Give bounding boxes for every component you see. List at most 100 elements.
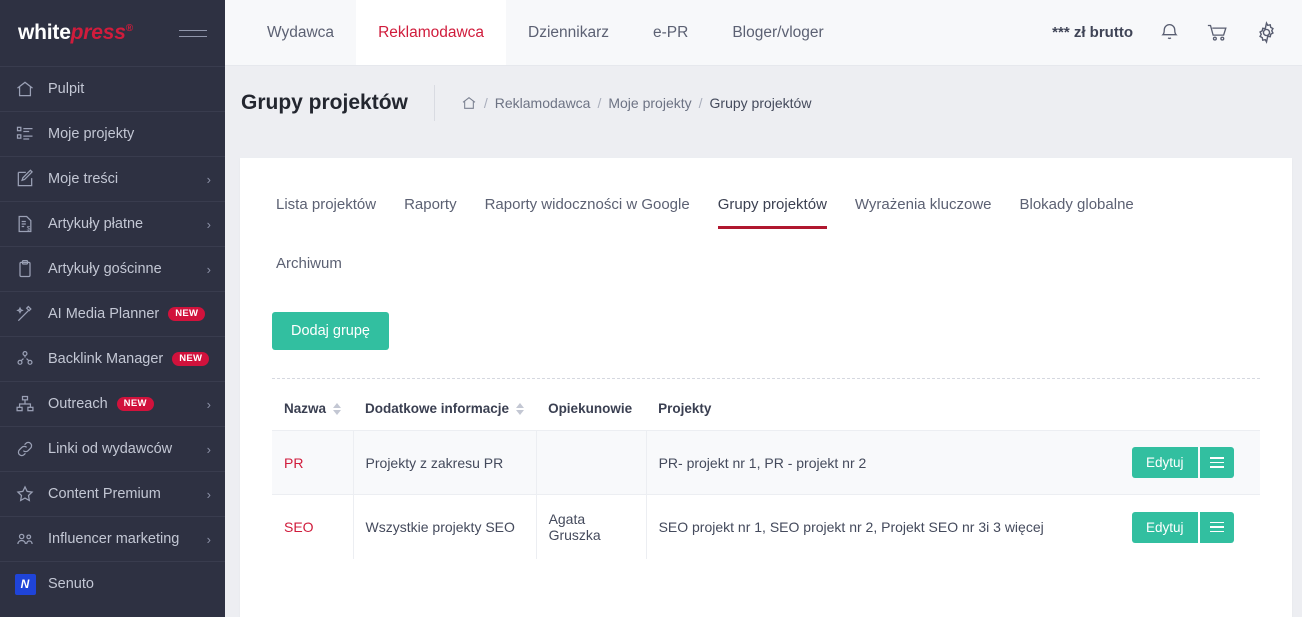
table-header-row: Nazwa Dodatkowe informacje Opiekunowie Proj… [272,379,1260,431]
sidebar-item-content-premium[interactable]: Content Premium › [0,471,225,516]
tab-raporty[interactable]: Raporty [390,186,471,241]
registered-mark: ® [125,23,133,34]
new-badge: NEW [116,396,154,412]
breadcrumb-items: / Reklamodawca / Moje projekty / Grupy projek… [484,95,812,111]
new-badge: NEW [172,351,210,367]
breadcrumb: / Reklamodawca / Moje projekty / Grupy projek… [435,95,812,111]
home-icon [14,78,36,100]
group-name-link[interactable]: SEO [284,519,314,535]
page-header: Grupy projektów / Reklamodawca / Moje proje… [225,66,1302,140]
new-badge: NEW [168,306,206,322]
tabs-row-break [262,241,1270,245]
sidebar-item-backlink-manager[interactable]: Backlink Manager NEW [0,336,225,381]
row-menu-button[interactable] [1199,447,1234,478]
tab-blokady-globalne[interactable]: Blokady globalne [1006,186,1148,241]
backlink-icon [14,348,36,370]
logo-white-text: white [18,21,71,44]
role-tab-reklamodawca[interactable]: Reklamodawca [356,0,507,65]
column-header-label: Dodatkowe informacje [365,401,510,416]
tab-archiwum[interactable]: Archiwum [262,245,356,300]
chevron-right-icon: › [206,531,211,547]
chevron-right-icon: › [206,486,211,502]
topbar-right-group: *** zł brutto [1052,0,1302,65]
sidebar-item-label: Linki od wydawców [48,441,173,457]
breadcrumb-home-icon[interactable] [461,95,477,111]
tab-raporty-widoczno-ci-w-google[interactable]: Raporty widoczności w Google [471,186,704,241]
sidebar-item-label: AI Media Planner [48,306,160,322]
account-balance: *** zł brutto [1052,24,1133,41]
people-icon [14,528,36,550]
sidebar-item-pulpit[interactable]: Pulpit [0,66,225,111]
role-tab-dziennikarz[interactable]: Dziennikarz [506,0,631,65]
hamburger-bar [179,35,207,37]
tab-grupy-projekt-w[interactable]: Grupy projektów [704,186,841,241]
sort-toggle-icon[interactable] [516,403,525,416]
main-content: Grupy projektów / Reklamodawca / Moje proje… [225,66,1302,617]
sidebar-item-label: Outreach [48,396,108,412]
sidebar-item-label: Moje projekty [48,126,135,142]
role-tab-bloger-vloger[interactable]: Bloger/vloger [710,0,845,65]
cell-dodatkowe-informacje: Projekty z zakresu PR [352,430,537,495]
sidebar-item-linki-od-wydawc-w[interactable]: Linki od wydawców › [0,426,225,471]
table-row: SEO Wszystkie projekty SEO Agata Gruszka SE… [272,494,1260,559]
role-tab-wydawca[interactable]: Wydawca [245,0,356,65]
sidebar-toggle-icon[interactable] [179,29,207,37]
project-groups-table: Nazwa Dodatkowe informacje Opiekunowie Proj… [272,379,1260,559]
sidebar-item-influencer-marketing[interactable]: Influencer marketing › [0,516,225,561]
cell-projekty: SEO projekt nr 1, SEO projekt nr 2, Proj… [645,494,1120,559]
chevron-right-icon: › [206,216,211,232]
magic-wand-icon [14,303,36,325]
table-row: PR Projekty z zakresu PR PR- projekt nr 1,… [272,430,1260,495]
hamburger-bar [179,29,207,31]
column-header-opiekunowie: Opiekunowie [536,379,646,431]
cart-icon[interactable] [1206,22,1229,43]
sidebar-item-moje-tre-ci[interactable]: Moje treści › [0,156,225,201]
sidebar-item-outreach[interactable]: Outreach NEW › [0,381,225,426]
table-head: Nazwa Dodatkowe informacje Opiekunowie Proj… [272,379,1260,431]
senuto-logo-mark: N [14,573,36,595]
row-menu-button[interactable] [1199,511,1234,543]
hamburger-menu-icon [1209,521,1224,533]
group-name-link[interactable]: PR [284,455,303,471]
sidebar-item-moje-projekty[interactable]: Moje projekty [0,111,225,156]
cell-opiekunowie [535,430,647,495]
sidebar-item-artyku-y-go-cinne[interactable]: Artykuły gościnne › [0,246,225,291]
column-header-nazwa[interactable]: Nazwa [272,379,353,431]
cell-nazwa: PR [272,430,354,495]
breadcrumb-separator: / [597,95,602,111]
edit-button[interactable]: Edytuj [1132,511,1198,543]
whitepress-logo[interactable]: whitepress® [18,21,133,45]
sidebar-item-senuto[interactable]: N Senuto [0,561,225,606]
sidebar-item-label: Influencer marketing [48,531,180,547]
sidebar-item-artyku-y-p-atne[interactable]: $ Artykuły płatne › [0,201,225,246]
sidebar-item-ai-media-planner[interactable]: AI Media Planner NEW [0,291,225,336]
page-title: Grupy projektów [241,91,408,114]
edit-button[interactable]: Edytuj [1132,447,1198,478]
breadcrumb-separator: / [483,95,488,111]
cell-nazwa: SEO [272,494,354,559]
role-tab-e-pr[interactable]: e-PR [631,0,710,65]
sitemap-icon [14,393,36,415]
content-card: Lista projektów Raporty Raporty widocznośc… [240,158,1292,617]
breadcrumb-item[interactable]: Moje projekty [608,95,691,111]
bell-icon[interactable] [1159,22,1180,43]
link-icon [14,438,36,460]
row-action-group: Edytuj [1132,447,1260,478]
column-header-label: Projekty [658,401,712,416]
clipboard-icon [14,258,36,280]
column-header-projekty: Projekty [646,379,1120,431]
breadcrumb-item[interactable]: Reklamodawca [495,95,591,111]
document-dollar-icon: $ [14,213,36,235]
breadcrumb-separator: / [698,95,703,111]
cell-actions: Edytuj [1120,494,1260,559]
column-header-dodatkowe-informacje[interactable]: Dodatkowe informacje [353,379,536,431]
add-group-button[interactable]: Dodaj grupę [272,312,389,350]
chevron-right-icon: › [206,261,211,277]
gear-icon[interactable] [1255,21,1278,44]
sidebar-item-label: Moje treści [48,171,119,187]
tab-lista-projekt-w[interactable]: Lista projektów [262,186,390,241]
tab-wyra-enia-kluczowe[interactable]: Wyrażenia kluczowe [841,186,1006,241]
sidebar-item-label: Backlink Manager [48,351,164,367]
sort-toggle-icon[interactable] [333,403,342,416]
sidebar-item-label: Pulpit [48,81,85,97]
